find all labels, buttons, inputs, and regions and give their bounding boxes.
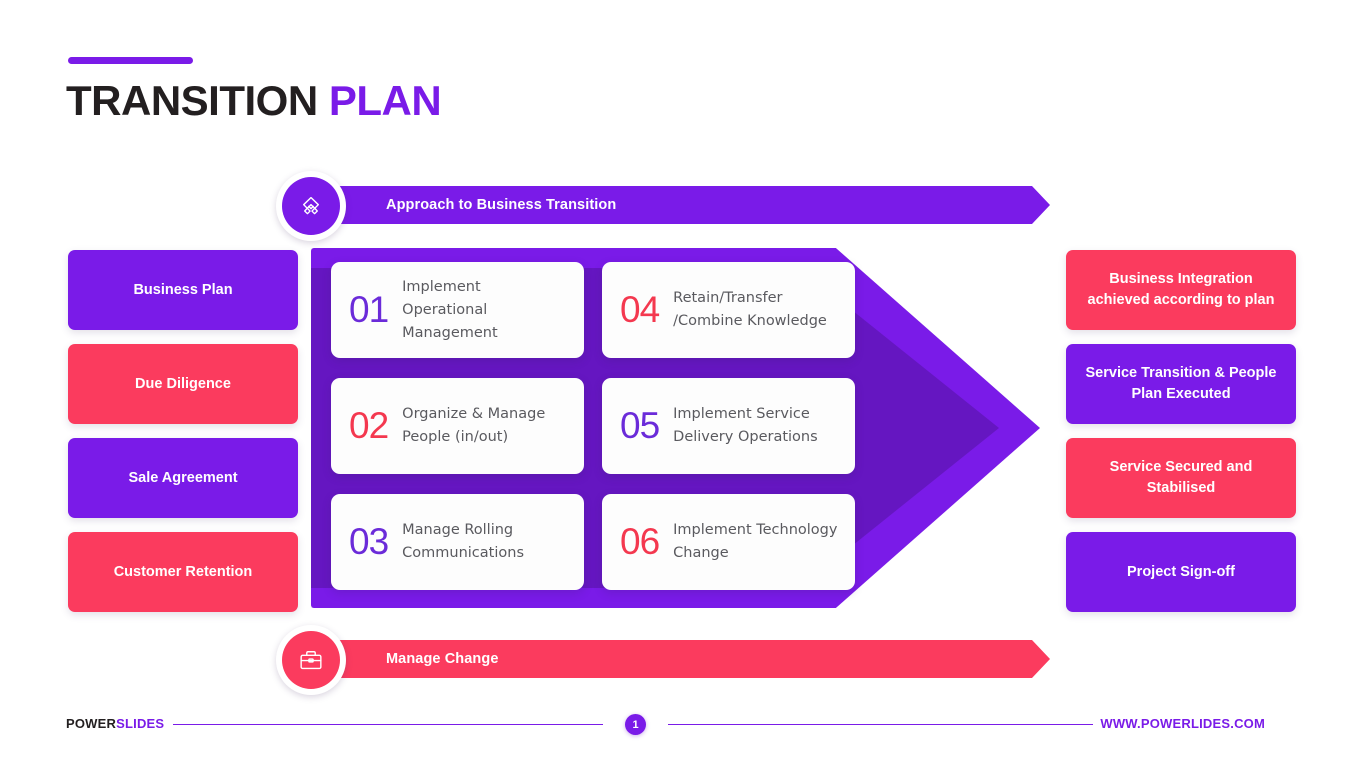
pill-label: Service Secured and Stabilised [1109,459,1253,496]
step-text: Manage Rolling Communications [402,522,524,561]
step-number: 02 [349,405,389,446]
briefcase-icon [282,631,340,689]
step-text: Implement Operational Management [402,278,498,341]
pill-label: Service Transition & People Plan Execute… [1085,365,1277,402]
step-number: 04 [620,289,660,330]
footer-logo-power: POWER [66,716,117,731]
step-text: Implement Technology Change [673,522,838,561]
step-card-01[interactable]: 01 Implement Operational Management [331,262,584,358]
banner-bottom-icon-badge [276,625,346,695]
handshake-icon [282,177,340,235]
slide-canvas: TRANSITION PLAN Approach to Business Tra… [0,0,1365,767]
footer-divider-left [173,724,603,725]
pill-label: Customer Retention [113,563,253,580]
banner-top-icon-badge [276,171,346,241]
page-title: TRANSITION PLAN [66,72,442,130]
step-card-02[interactable]: 02 Organize & Manage People (in/out) [331,378,584,474]
pill-label: Project Sign-off [1127,563,1235,580]
pill-business-integration[interactable]: Business Integration achieved according … [1066,250,1296,330]
pill-project-sign-off[interactable]: Project Sign-off [1066,532,1296,612]
banner-bar-top: Approach to Business Transition [316,186,1050,224]
footer-page-number: 1 [625,714,646,735]
step-text: Organize & Manage People (in/out) [402,406,546,445]
page-title-accent: PLAN [328,77,442,124]
page-title-primary: TRANSITION [66,77,329,124]
step-card-04[interactable]: 04 Retain/Transfer /Combine Knowledge [602,262,855,358]
pill-due-diligence[interactable]: Due Diligence [68,344,298,424]
step-number: 03 [349,521,389,562]
footer-logo: POWERSLIDES [66,716,164,731]
step-card-05[interactable]: 05 Implement Service Delivery Operations [602,378,855,474]
banner-bar-bottom: Manage Change [316,640,1050,678]
banner-top-label: Approach to Business Transition [386,197,617,213]
banner-manage-change[interactable]: Manage Change [276,625,1050,695]
footer-logo-slides: SLIDES [116,716,165,731]
step-number: 06 [620,521,660,562]
pill-label: Due Diligence [135,375,231,392]
pill-sale-agreement[interactable]: Sale Agreement [68,438,298,518]
pill-business-plan[interactable]: Business Plan [68,250,298,330]
pill-label: Sale Agreement [128,469,238,486]
step-number: 01 [349,289,389,330]
title-accent-rule [68,57,193,64]
step-card-06[interactable]: 06 Implement Technology Change [602,494,855,590]
pill-service-transition[interactable]: Service Transition & People Plan Execute… [1066,344,1296,424]
pill-label: Business Plan [133,281,233,298]
step-text: Implement Service Delivery Operations [673,406,818,445]
step-text: Retain/Transfer /Combine Knowledge [673,290,827,329]
pill-customer-retention[interactable]: Customer Retention [68,532,298,612]
step-card-03[interactable]: 03 Manage Rolling Communications [331,494,584,590]
banner-approach-to-business-transition[interactable]: Approach to Business Transition [276,171,1050,241]
pill-label: Business Integration achieved according … [1087,271,1275,308]
footer-divider-right [668,724,1093,725]
footer-website-url[interactable]: WWW.POWERLIDES.COM [1100,716,1265,731]
pill-service-secured[interactable]: Service Secured and Stabilised [1066,438,1296,518]
step-number: 05 [620,405,660,446]
